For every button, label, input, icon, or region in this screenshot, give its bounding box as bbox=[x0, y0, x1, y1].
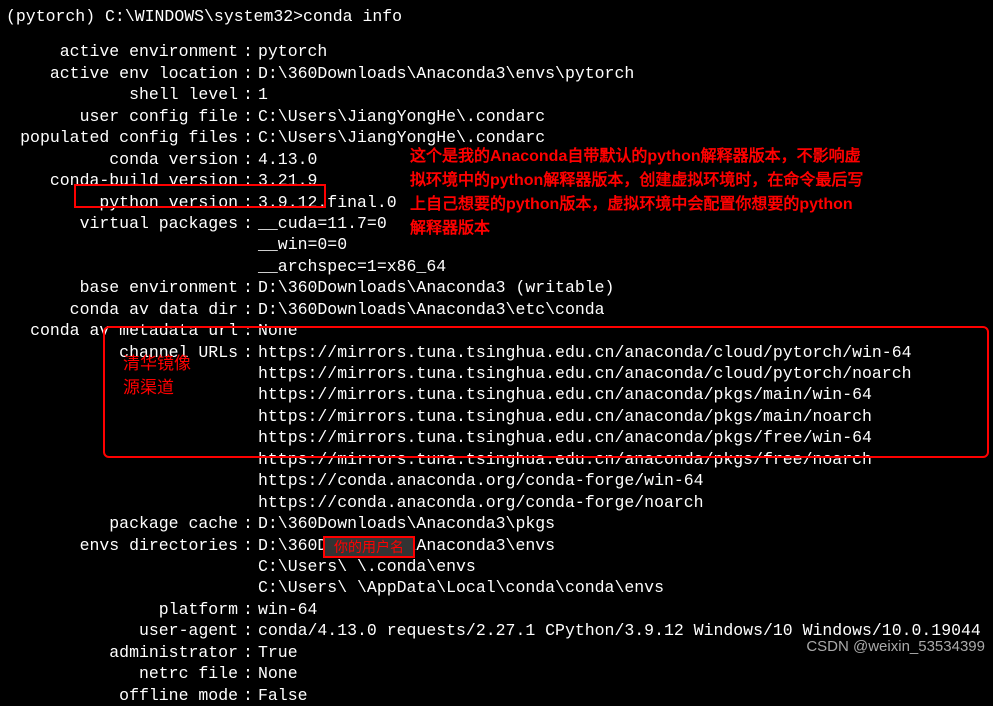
value: D:\360Downloads\Anaconda3\etc\conda bbox=[258, 299, 605, 320]
label: conda av data dir bbox=[6, 299, 238, 320]
label: platform bbox=[6, 599, 238, 620]
value: pytorch bbox=[258, 41, 327, 62]
python-version-annotation: 这个是我的Anaconda自带默认的python解释器版本，不影响虚 拟环境中的… bbox=[410, 145, 990, 241]
row-shell-level: shell level:1 bbox=[6, 84, 993, 105]
label: offline mode bbox=[6, 685, 238, 706]
value: win-64 bbox=[258, 599, 317, 620]
watermark: CSDN @weixin_53534399 bbox=[806, 637, 985, 657]
value: None bbox=[258, 663, 298, 684]
annot-line: 解释器版本 bbox=[410, 217, 990, 241]
channel-url-8: https://conda.anaconda.org/conda-forge/n… bbox=[6, 492, 993, 513]
row-user-config: user config file:C:\Users\JiangYongHe\.c… bbox=[6, 106, 993, 127]
label: envs directories bbox=[6, 535, 238, 556]
row-platform: platform:win-64 bbox=[6, 599, 993, 620]
value: D:\360Downloads\Anaconda3 (writable) bbox=[258, 277, 614, 298]
row-package-cache: package cache:D:\360Downloads\Anaconda3\… bbox=[6, 513, 993, 534]
value: D:\360Downloads\Anaconda3\envs\pytorch bbox=[258, 63, 634, 84]
row-netrc: netrc file:None bbox=[6, 663, 993, 684]
python-version-highlight-box bbox=[74, 184, 326, 208]
row-virtual-packages-3: __archspec=1=x86_64 bbox=[6, 256, 993, 277]
label: virtual packages bbox=[6, 213, 238, 234]
label: shell level bbox=[6, 84, 238, 105]
row-offline: offline mode:False bbox=[6, 685, 993, 706]
value: True bbox=[258, 642, 298, 663]
annot-line: 清华镜像 bbox=[123, 352, 191, 376]
label: active environment bbox=[6, 41, 238, 62]
value: D:\360Downloads\Anaconda3\pkgs bbox=[258, 513, 555, 534]
row-envs-dirs: envs directories:D:\360Downloads\Anacond… bbox=[6, 535, 993, 556]
value: 1 bbox=[258, 84, 268, 105]
username-mask-annotation: 你的用户名 bbox=[323, 536, 415, 558]
channel-highlight-box: 清华镜像 源渠道 bbox=[103, 326, 989, 458]
row-av-data: conda av data dir:D:\360Downloads\Anacon… bbox=[6, 299, 993, 320]
value: __cuda=11.7=0 bbox=[258, 213, 387, 234]
value: False bbox=[258, 685, 308, 706]
row-env-location: active env location:D:\360Downloads\Anac… bbox=[6, 63, 993, 84]
row-active-env: active environment:pytorch bbox=[6, 41, 993, 62]
annot-line: 源渠道 bbox=[123, 376, 191, 400]
label: netrc file bbox=[6, 663, 238, 684]
value: 4.13.0 bbox=[258, 149, 317, 170]
label: active env location bbox=[6, 63, 238, 84]
label: base environment bbox=[6, 277, 238, 298]
envs-dir-2: C:\Users\ \.conda\envs bbox=[6, 556, 993, 577]
channel-url-7: https://conda.anaconda.org/conda-forge/w… bbox=[6, 470, 993, 491]
annot-line: 拟环境中的python解释器版本，创建虚拟环境时，在命令最后写 bbox=[410, 169, 990, 193]
label: administrator bbox=[6, 642, 238, 663]
value: C:\Users\JiangYongHe\.condarc bbox=[258, 106, 545, 127]
annot-line: 这个是我的Anaconda自带默认的python解释器版本，不影响虚 bbox=[410, 145, 990, 169]
label: populated config files bbox=[6, 127, 238, 148]
command-prompt: (pytorch) C:\WINDOWS\system32>conda info bbox=[6, 6, 993, 27]
label: conda version bbox=[6, 149, 238, 170]
envs-dir-3: C:\Users\ \AppData\Local\conda\conda\env… bbox=[6, 577, 993, 598]
channel-annotation: 清华镜像 源渠道 bbox=[123, 352, 191, 400]
label: package cache bbox=[6, 513, 238, 534]
row-base-env: base environment:D:\360Downloads\Anacond… bbox=[6, 277, 993, 298]
label: user config file bbox=[6, 106, 238, 127]
label: user-agent bbox=[6, 620, 238, 641]
annot-line: 上自己想要的python版本，虚拟环境中会配置你想要的python bbox=[410, 193, 990, 217]
